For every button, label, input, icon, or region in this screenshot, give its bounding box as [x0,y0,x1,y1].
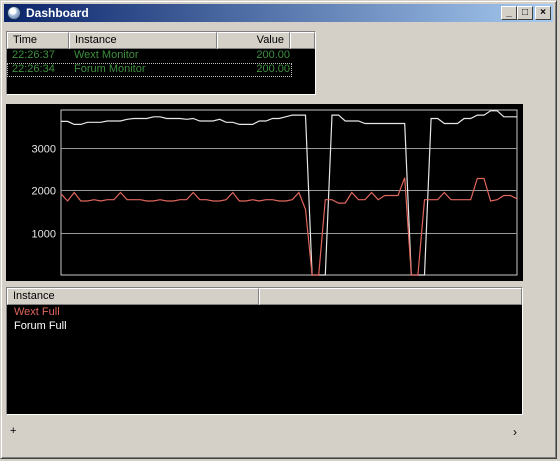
window-controls: _ □ × [501,6,551,20]
line-chart-panel: 1000 2000 3000 [6,104,523,281]
instance-legend-list[interactable]: Instance Wext Full Forum Full [6,287,523,415]
close-button[interactable]: × [535,6,551,20]
scroll-right-icon[interactable]: › [513,425,517,439]
legend-list-header: Instance [7,288,522,305]
monitor-list-header: Time Instance Value [7,32,315,49]
row-time: 22:26:37 [12,49,55,61]
column-header-instance[interactable]: Instance [7,288,259,305]
app-globe-icon [7,6,21,20]
window-title: Dashboard [26,6,89,20]
table-row[interactable]: 22:26:34 Forum Monitor 200.00 [7,63,292,77]
plot-area-frame [60,109,518,276]
line-chart: 1000 2000 3000 [32,109,518,276]
column-header-time[interactable]: Time [7,32,69,49]
series-line-forum-full [61,110,517,276]
legend-item-forum-full[interactable]: Forum Full [7,319,522,333]
row-value: 200.00 [256,49,290,61]
expand-plus-icon[interactable]: + [10,425,16,437]
minimize-button[interactable]: _ [501,6,517,20]
table-row[interactable]: 22:26:37 Wext Monitor 200.00 [7,49,315,63]
row-time: 22:26:34 [12,63,55,75]
y-tick-label: 2000 [32,186,56,198]
row-instance: Forum Monitor [74,63,146,75]
legend-item-wext-full[interactable]: Wext Full [7,305,522,319]
column-header-filler [290,32,315,49]
series-line-wext-full [60,177,518,276]
row-value: 200.00 [256,63,290,75]
row-instance: Wext Monitor [74,49,139,61]
y-tick-label: 3000 [32,144,56,156]
column-header-value[interactable]: Value [217,32,290,49]
maximize-button[interactable]: □ [517,6,533,20]
column-header-filler [259,288,522,305]
column-header-instance[interactable]: Instance [69,32,217,49]
monitor-value-list[interactable]: Time Instance Value 22:26:37 Wext Monito… [6,31,316,95]
title-bar[interactable]: Dashboard _ □ × [4,4,553,22]
y-tick-label: 1000 [32,229,56,241]
